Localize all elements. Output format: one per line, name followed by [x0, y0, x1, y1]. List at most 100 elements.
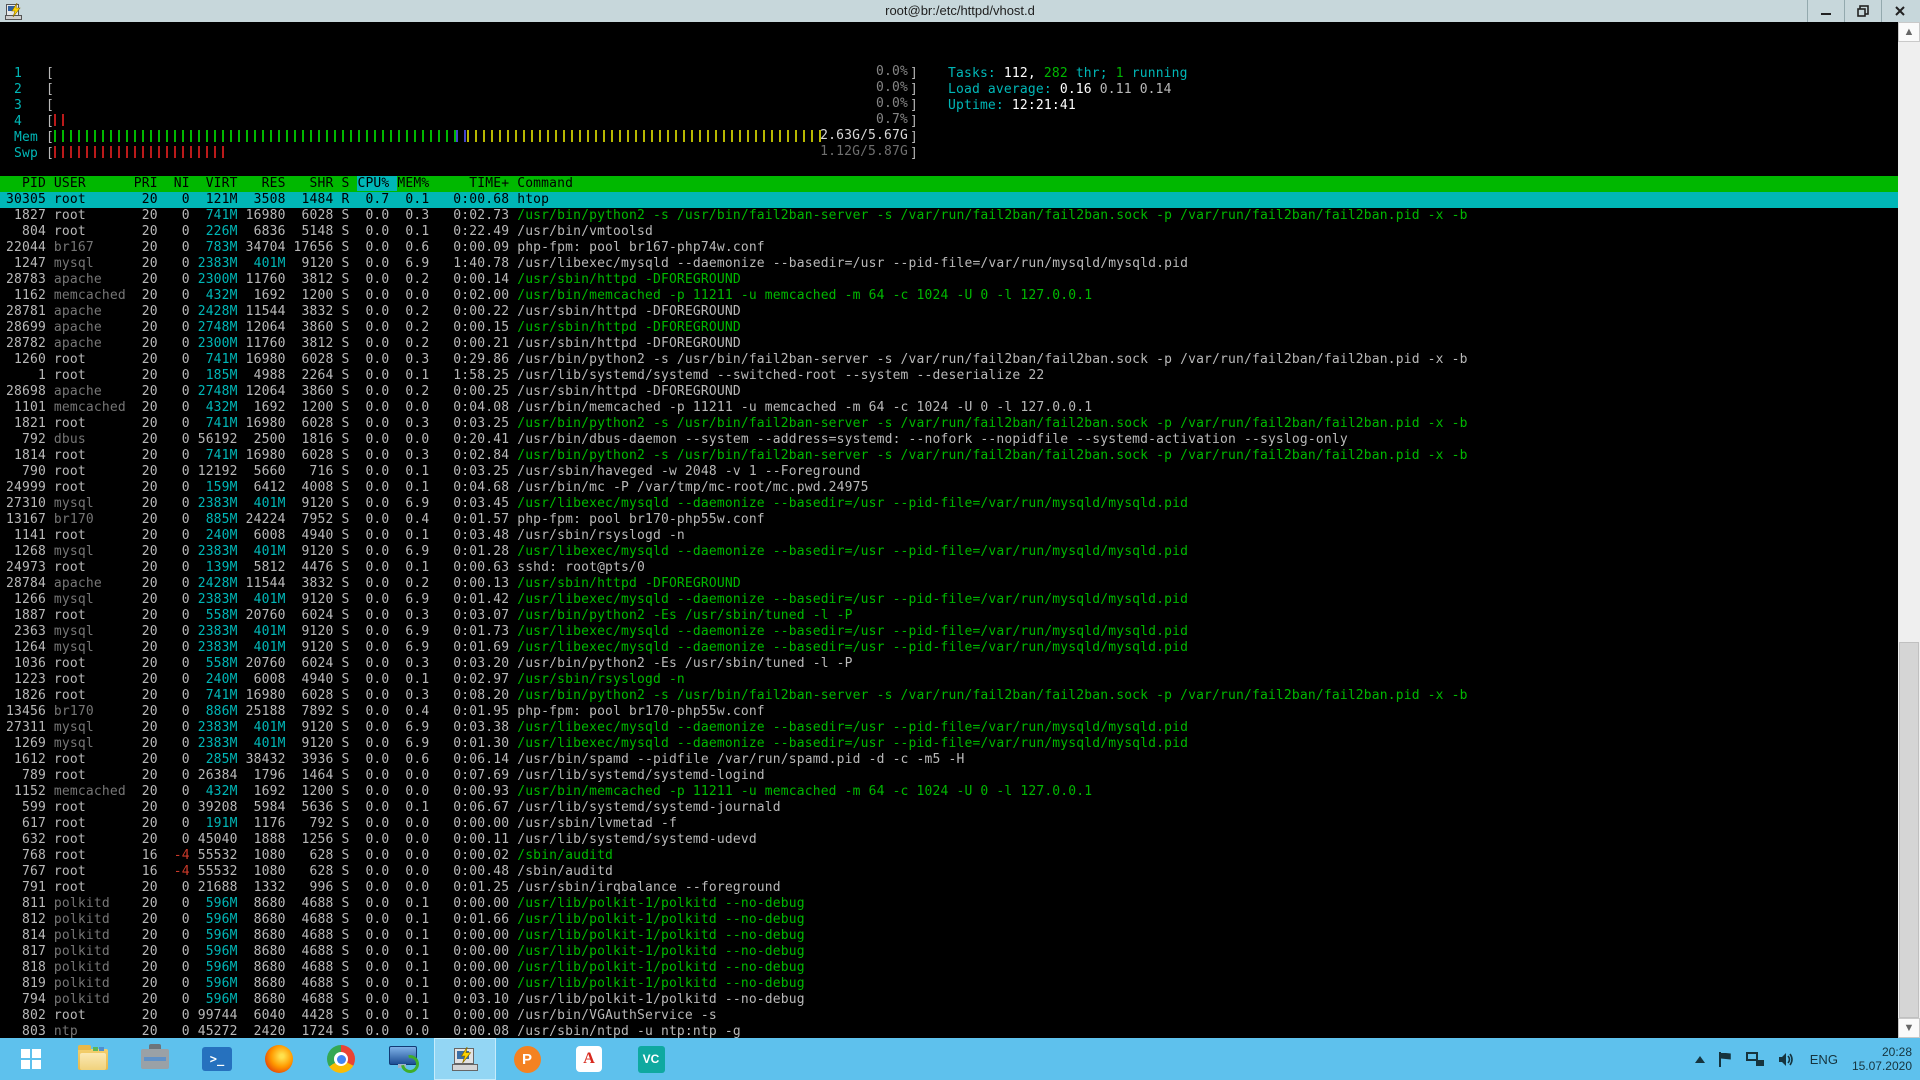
process-row[interactable]: 812 polkitd 20 0 596M 8680 4688 S 0.0 0.…	[0, 912, 1898, 928]
process-row[interactable]: 1036 root 20 0 558M 20760 6024 S 0.0 0.3…	[0, 656, 1898, 672]
process-row[interactable]: 791 root 20 0 21688 1332 996 S 0.0 0.0 0…	[0, 880, 1898, 896]
column-header-command[interactable]: Command	[517, 176, 573, 191]
process-row[interactable]: 28781 apache 20 0 2428M 11544 3832 S 0.0…	[0, 304, 1898, 320]
process-row[interactable]: 632 root 20 0 45040 1888 1256 S 0.0 0.0 …	[0, 832, 1898, 848]
close-button[interactable]	[1881, 0, 1918, 22]
cell-ni: 0	[166, 896, 198, 911]
column-header-ni[interactable]: NI	[166, 176, 198, 191]
column-header-pri[interactable]: PRI	[134, 176, 166, 191]
taskbar-app-chrome[interactable]	[310, 1038, 372, 1080]
taskbar-app-file-explorer[interactable]	[62, 1038, 124, 1080]
cell-user: polkitd	[54, 992, 134, 1007]
process-row[interactable]: 28699 apache 20 0 2748M 12064 3860 S 0.0…	[0, 320, 1898, 336]
cell-mem: 0.0	[397, 288, 437, 303]
process-row[interactable]: 811 polkitd 20 0 596M 8680 4688 S 0.0 0.…	[0, 896, 1898, 912]
tray-expand-icon[interactable]	[1695, 1056, 1705, 1063]
process-row[interactable]: 1814 root 20 0 741M 16980 6028 S 0.0 0.3…	[0, 448, 1898, 464]
process-row[interactable]: 617 root 20 0 191M 1176 792 S 0.0 0.0 0:…	[0, 816, 1898, 832]
process-row[interactable]: 789 root 20 0 26384 1796 1464 S 0.0 0.0 …	[0, 768, 1898, 784]
volume-icon[interactable]	[1778, 1052, 1796, 1067]
start-button[interactable]	[0, 1038, 62, 1080]
taskbar-app-firefox[interactable]	[248, 1038, 310, 1080]
cell-ni: 0	[166, 464, 198, 479]
process-row[interactable]: 13456 br170 20 0 886M 25188 7892 S 0.0 0…	[0, 704, 1898, 720]
process-row[interactable]: 1821 root 20 0 741M 16980 6028 S 0.0 0.3…	[0, 416, 1898, 432]
process-row[interactable]: 1101 memcached 20 0 432M 1692 1200 S 0.0…	[0, 400, 1898, 416]
restore-button[interactable]	[1844, 0, 1881, 22]
column-header-virt[interactable]: VIRT	[198, 176, 246, 191]
process-row[interactable]: 1162 memcached 20 0 432M 1692 1200 S 0.0…	[0, 288, 1898, 304]
process-row[interactable]: 1260 root 20 0 741M 16980 6028 S 0.0 0.3…	[0, 352, 1898, 368]
process-row[interactable]: 814 polkitd 20 0 596M 8680 4688 S 0.0 0.…	[0, 928, 1898, 944]
taskbar-app-vnc-viewer[interactable]: VC	[620, 1038, 682, 1080]
process-row[interactable]: 28782 apache 20 0 2300M 11760 3812 S 0.0…	[0, 336, 1898, 352]
window-titlebar[interactable]: root@br:/etc/httpd/vhost.d	[0, 0, 1920, 22]
cell-ni: 0	[166, 224, 198, 239]
process-row[interactable]: 599 root 20 0 39208 5984 5636 S 0.0 0.1 …	[0, 800, 1898, 816]
process-row[interactable]: 1887 root 20 0 558M 20760 6024 S 0.0 0.3…	[0, 608, 1898, 624]
process-row[interactable]: 24999 root 20 0 159M 6412 4008 S 0.0 0.1…	[0, 480, 1898, 496]
process-row[interactable]: 817 polkitd 20 0 596M 8680 4688 S 0.0 0.…	[0, 944, 1898, 960]
column-header-cpu[interactable]: CPU%	[357, 176, 397, 191]
column-header-shr[interactable]: SHR	[294, 176, 342, 191]
process-row[interactable]: 1269 mysql 20 0 2383M 401M 9120 S 0.0 6.…	[0, 736, 1898, 752]
process-row[interactable]: 28783 apache 20 0 2300M 11760 3812 S 0.0…	[0, 272, 1898, 288]
process-row[interactable]: 1141 root 20 0 240M 6008 4940 S 0.0 0.1 …	[0, 528, 1898, 544]
scrollbar-down-button[interactable]: ▼	[1898, 1018, 1920, 1038]
cell-pri: 20	[134, 624, 166, 639]
taskbar-app-putty[interactable]	[434, 1038, 496, 1080]
taskbar-app-server-manager[interactable]	[124, 1038, 186, 1080]
cell-mem: 0.0	[397, 768, 437, 783]
process-row[interactable]: 790 root 20 0 12192 5660 716 S 0.0 0.1 0…	[0, 464, 1898, 480]
language-indicator[interactable]: ENG	[1810, 1052, 1838, 1067]
process-row[interactable]: 2363 mysql 20 0 2383M 401M 9120 S 0.0 6.…	[0, 624, 1898, 640]
process-row[interactable]: 1612 root 20 0 285M 38432 3936 S 0.0 0.6…	[0, 752, 1898, 768]
process-row[interactable]: 28784 apache 20 0 2428M 11544 3832 S 0.0…	[0, 576, 1898, 592]
process-row[interactable]: 24973 root 20 0 139M 5812 4476 S 0.0 0.1…	[0, 560, 1898, 576]
process-row[interactable]: 1 root 20 0 185M 4988 2264 S 0.0 0.1 1:5…	[0, 368, 1898, 384]
process-row[interactable]: 1826 root 20 0 741M 16980 6028 S 0.0 0.3…	[0, 688, 1898, 704]
scrollbar[interactable]: ▲ ▼	[1898, 22, 1920, 1038]
clock[interactable]: 20:28 15.07.2020	[1852, 1045, 1912, 1073]
process-row[interactable]: 819 polkitd 20 0 596M 8680 4688 S 0.0 0.…	[0, 976, 1898, 992]
process-row[interactable]: 1152 memcached 20 0 432M 1692 1200 S 0.0…	[0, 784, 1898, 800]
column-header-pid[interactable]: PID	[6, 176, 54, 191]
taskbar-app-powershell[interactable]: >_	[186, 1038, 248, 1080]
column-header-s[interactable]: S	[341, 176, 357, 191]
scrollbar-thumb[interactable]	[1899, 642, 1919, 1018]
cell-time: 0:03.25	[437, 416, 517, 431]
process-row[interactable]: 767 root 16 -4 55532 1080 628 S 0.0 0.0 …	[0, 864, 1898, 880]
taskbar-app-remote-desktop[interactable]	[372, 1038, 434, 1080]
process-row[interactable]: 1268 mysql 20 0 2383M 401M 9120 S 0.0 6.…	[0, 544, 1898, 560]
process-row[interactable]: 1264 mysql 20 0 2383M 401M 9120 S 0.0 6.…	[0, 640, 1898, 656]
process-row[interactable]: 804 root 20 0 226M 6836 5148 S 0.0 0.1 0…	[0, 224, 1898, 240]
process-row[interactable]: 13167 br170 20 0 885M 24224 7952 S 0.0 0…	[0, 512, 1898, 528]
process-row[interactable]: 802 root 20 0 99744 6040 4428 S 0.0 0.1 …	[0, 1008, 1898, 1024]
scrollbar-up-button[interactable]: ▲	[1898, 22, 1920, 42]
process-row[interactable]: 1827 root 20 0 741M 16980 6028 S 0.0 0.3…	[0, 208, 1898, 224]
taskbar-app-acrobat-reader[interactable]: A	[558, 1038, 620, 1080]
cell-pid: 1260	[6, 352, 54, 367]
process-row[interactable]: 27310 mysql 20 0 2383M 401M 9120 S 0.0 6…	[0, 496, 1898, 512]
column-header-user[interactable]: USER	[54, 176, 134, 191]
process-row[interactable]: 1223 root 20 0 240M 6008 4940 S 0.0 0.1 …	[0, 672, 1898, 688]
minimize-button[interactable]	[1807, 0, 1844, 22]
taskbar-app-plesk[interactable]: P	[496, 1038, 558, 1080]
process-row[interactable]: 818 polkitd 20 0 596M 8680 4688 S 0.0 0.…	[0, 960, 1898, 976]
network-icon[interactable]	[1746, 1052, 1764, 1066]
process-row[interactable]: 22044 br167 20 0 783M 34704 17656 S 0.0 …	[0, 240, 1898, 256]
process-row[interactable]: 28698 apache 20 0 2748M 12064 3860 S 0.0…	[0, 384, 1898, 400]
cell-cpu: 0.0	[357, 736, 397, 751]
process-row[interactable]: 30305 root 20 0 121M 3508 1484 R 0.7 0.1…	[0, 192, 1898, 208]
process-row[interactable]: 1266 mysql 20 0 2383M 401M 9120 S 0.0 6.…	[0, 592, 1898, 608]
process-row[interactable]: 792 dbus 20 0 56192 2500 1816 S 0.0 0.0 …	[0, 432, 1898, 448]
process-row[interactable]: 1247 mysql 20 0 2383M 401M 9120 S 0.0 6.…	[0, 256, 1898, 272]
process-row[interactable]: 794 polkitd 20 0 596M 8680 4688 S 0.0 0.…	[0, 992, 1898, 1008]
process-row[interactable]: 768 root 16 -4 55532 1080 628 S 0.0 0.0 …	[0, 848, 1898, 864]
column-header-mem[interactable]: MEM%	[397, 176, 437, 191]
flag-icon[interactable]	[1719, 1052, 1732, 1067]
column-header-res[interactable]: RES	[246, 176, 294, 191]
process-row[interactable]: 27311 mysql 20 0 2383M 401M 9120 S 0.0 6…	[0, 720, 1898, 736]
column-header-time[interactable]: TIME+	[437, 176, 517, 191]
cell-res: 16980	[246, 416, 294, 431]
